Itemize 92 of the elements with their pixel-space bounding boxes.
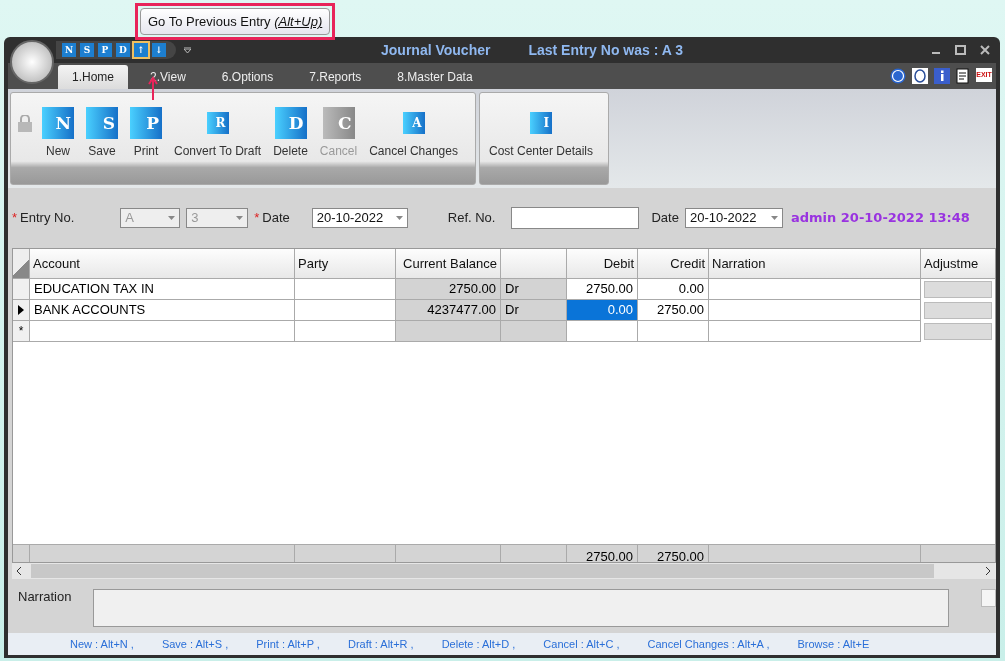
document-icon[interactable] xyxy=(956,67,970,84)
table-cell[interactable]: 2750.00 xyxy=(396,279,501,300)
row-header[interactable] xyxy=(13,300,30,321)
info-icon[interactable] xyxy=(934,67,950,84)
table-cell[interactable]: 0.00 xyxy=(567,300,638,321)
field-label: Narration xyxy=(18,589,72,606)
column-header[interactable]: Credit xyxy=(638,249,709,279)
table-cell[interactable]: Dr xyxy=(501,300,567,321)
row-header[interactable]: * xyxy=(13,321,30,342)
required-mark: * xyxy=(254,210,260,226)
total-cell: 2750.00 xyxy=(567,544,638,562)
table-cell[interactable] xyxy=(709,321,921,342)
table-cell[interactable]: BANK ACCOUNTS xyxy=(30,300,295,321)
column-header[interactable]: Adjustme xyxy=(921,249,995,279)
column-header[interactable] xyxy=(501,249,567,279)
ribbon-button[interactable]: I Cost Center Details xyxy=(486,107,597,159)
table-cell[interactable] xyxy=(396,321,501,342)
checkbox[interactable] xyxy=(981,589,996,607)
dropdown-arrow-icon[interactable] xyxy=(770,216,778,220)
quick-access-button[interactable]: P xyxy=(98,42,112,57)
table-cell[interactable]: 2750.00 xyxy=(638,300,709,321)
audit-text: admin 20-10-2022 13:48 xyxy=(790,210,970,226)
column-header[interactable]: Debit xyxy=(567,249,638,279)
quick-access-button[interactable]: S xyxy=(80,42,94,57)
ref-no-field[interactable] xyxy=(511,207,640,229)
quick-access-button[interactable]: N xyxy=(62,42,76,57)
ribbon-tab[interactable]: 8.Master Data xyxy=(383,65,487,90)
app-logo-icon[interactable] xyxy=(10,40,54,84)
shortcut-hint: Cancel Changes : Alt+A , xyxy=(647,638,770,650)
date-dropdown[interactable]: 20-10-2022 xyxy=(684,208,783,228)
table-cell[interactable] xyxy=(295,300,396,321)
shortcut-hint: Draft : Alt+R , xyxy=(347,638,414,650)
lock-icon[interactable] xyxy=(17,115,33,134)
maximize-icon[interactable] xyxy=(955,44,966,55)
shortcut-hint: Delete : Alt+D , xyxy=(441,638,516,650)
table-cell[interactable]: 2750.00 xyxy=(567,279,638,300)
scroll-right-icon[interactable] xyxy=(986,567,991,575)
shortcut-hint: Save : Alt+S , xyxy=(161,638,229,650)
adjustment-button[interactable] xyxy=(924,302,992,319)
total-cell xyxy=(13,544,30,562)
dropdown-arrow-icon[interactable] xyxy=(168,216,176,220)
quick-access-button[interactable]: ↑ xyxy=(134,42,148,57)
scroll-left-icon[interactable] xyxy=(16,567,21,575)
table-cell[interactable] xyxy=(501,321,567,342)
table-cell[interactable] xyxy=(567,321,638,342)
shortcut-hint: Browse : Alt+E xyxy=(797,638,870,650)
customize-caret-icon[interactable] xyxy=(184,46,191,53)
grid-corner xyxy=(13,249,30,279)
database-icon[interactable] xyxy=(912,67,928,84)
dropdown-arrow-icon[interactable] xyxy=(236,216,244,220)
table-cell[interactable] xyxy=(638,321,709,342)
table-cell[interactable]: 4237477.00 xyxy=(396,300,501,321)
table-cell[interactable] xyxy=(295,279,396,300)
table-cell[interactable] xyxy=(709,300,921,321)
shortcut-hint: Cancel : Alt+C , xyxy=(543,638,620,650)
field-label: Date xyxy=(262,210,290,226)
quick-access-button[interactable]: D xyxy=(116,42,130,57)
ribbon-button[interactable]: R Convert To Draft xyxy=(171,107,265,159)
column-header[interactable]: Account xyxy=(30,249,295,279)
table-cell[interactable] xyxy=(295,321,396,342)
ribbon-tab[interactable]: 1.Home xyxy=(58,65,129,90)
adjustment-button[interactable] xyxy=(924,281,992,298)
table-cell[interactable] xyxy=(709,279,921,300)
adjustment-button[interactable] xyxy=(924,323,992,340)
column-header[interactable]: Narration xyxy=(709,249,921,279)
date-dropdown[interactable]: 20-10-2022 xyxy=(311,208,408,228)
field-label: Date xyxy=(651,210,679,226)
shortcut-hint: New : Alt+N , xyxy=(70,638,134,650)
quick-access-button[interactable]: ↓ xyxy=(152,42,166,57)
last-entry-text: Last Entry No was : A 3 xyxy=(528,41,683,58)
dropdown-arrow-icon[interactable] xyxy=(395,216,403,220)
window-title: Journal Voucher xyxy=(381,41,491,58)
ribbon-tab[interactable]: 6.Options xyxy=(207,65,288,90)
table-cell[interactable]: 0.00 xyxy=(638,279,709,300)
field-label: Entry No. xyxy=(20,210,75,226)
close-icon[interactable] xyxy=(980,44,990,55)
column-header[interactable]: Current Balance xyxy=(396,249,501,279)
ribbon-tab[interactable]: 7.Reports xyxy=(295,65,376,90)
help-icon[interactable] xyxy=(890,67,906,84)
table-cell[interactable] xyxy=(30,321,295,342)
narration-field[interactable] xyxy=(93,589,949,627)
total-cell: 2750.00 xyxy=(638,544,709,562)
ribbon-button[interactable]: A Cancel Changes xyxy=(366,107,461,159)
total-cell xyxy=(501,544,567,562)
required-mark: * xyxy=(12,210,18,226)
current-row-icon xyxy=(18,305,24,315)
shortcut-hint: Print : Alt+P , xyxy=(256,638,320,650)
field-label: Ref. No. xyxy=(447,210,496,226)
column-header[interactable]: Party xyxy=(295,249,396,279)
table-cell[interactable]: EDUCATION TAX IN xyxy=(30,279,295,300)
tooltip: Go To Previous Entry (Alt+Up) xyxy=(140,8,331,35)
table-cell[interactable]: Dr xyxy=(501,279,567,300)
